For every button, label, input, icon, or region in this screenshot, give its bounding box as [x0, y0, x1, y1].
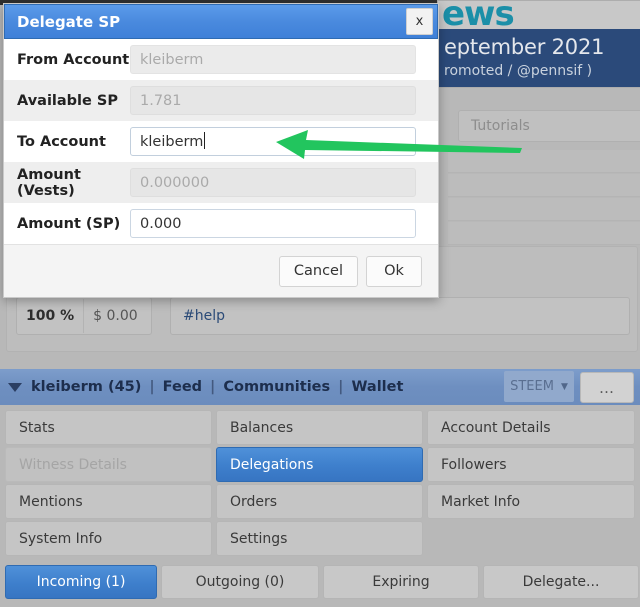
tab-incoming[interactable]: Incoming (1) — [5, 565, 157, 599]
dialog-titlebar: Delegate SP x — [4, 4, 438, 39]
token-selector-dropdown[interactable]: STEEM ▼ — [504, 371, 574, 402]
menu-item-followers[interactable]: Followers — [427, 447, 635, 482]
input-to-account-value: kleiberm — [140, 134, 204, 150]
navbar-link-feed[interactable]: Feed — [163, 379, 202, 395]
news-banner-title: eptember 2021 — [444, 35, 605, 59]
menu-item-empty — [427, 521, 635, 556]
form-row-to-account: To Account kleiberm — [4, 121, 438, 162]
label-available-sp: Available SP — [17, 92, 118, 109]
menu-item-market-info[interactable]: Market Info — [427, 484, 635, 519]
form-row-amount-sp: Amount (SP) 0.000 — [4, 203, 438, 244]
delegate-sp-dialog: Delegate SP x From Account kleiberm Avai… — [3, 3, 439, 298]
dialog-body: From Account kleiberm Available SP 1.781… — [4, 39, 438, 244]
background-ghost-row — [448, 150, 640, 173]
chevron-down-icon[interactable] — [8, 382, 22, 392]
menu-item-balances[interactable]: Balances — [216, 410, 423, 445]
menu-item-settings[interactable]: Settings — [216, 521, 423, 556]
input-to-account[interactable]: kleiberm — [130, 127, 416, 156]
menu-item-delegations[interactable]: Delegations — [216, 447, 423, 482]
navbar-separator: | — [338, 379, 344, 395]
dialog-title: Delegate SP — [17, 12, 121, 31]
news-banner-subtitle: romoted / @pennsif ) — [444, 63, 593, 79]
menu-item-orders[interactable]: Orders — [216, 484, 423, 519]
close-icon[interactable]: x — [406, 8, 433, 35]
form-row-available-sp: Available SP 1.781 — [4, 80, 438, 121]
form-row-amount-vests: Amount (Vests) 0.000000 — [4, 162, 438, 203]
more-options-button[interactable]: … — [580, 372, 634, 403]
ok-button[interactable]: Ok — [366, 255, 422, 287]
vote-percent-label: 100 % — [26, 308, 75, 324]
vote-amount-label: $ 0.00 — [93, 308, 138, 324]
news-banner-card: ews eptember 2021 romoted / @pennsif ) — [437, 0, 640, 88]
menu-item-system-info[interactable]: System Info — [5, 521, 212, 556]
navbar-link-communities[interactable]: Communities — [223, 379, 330, 395]
input-from-account: kleiberm — [130, 45, 416, 74]
label-to-account: To Account — [17, 133, 106, 150]
input-amount-vests: 0.000000 — [130, 168, 416, 197]
label-amount-vests: Amount (Vests) — [17, 166, 81, 199]
menu-item-mentions[interactable]: Mentions — [5, 484, 212, 519]
account-menu-grid: Stats Balances Account Details Witness D… — [5, 410, 635, 556]
label-amount-sp: Amount (SP) — [17, 215, 121, 232]
token-selector-label: STEEM — [510, 379, 554, 394]
navbar-separator: | — [210, 379, 216, 395]
tutorials-button[interactable]: Tutorials — [458, 110, 640, 142]
post-tag-label[interactable]: #help — [171, 308, 225, 324]
chevron-down-icon: ▼ — [560, 381, 568, 392]
background-ghost-row — [448, 198, 640, 221]
background-ghost-row — [448, 174, 640, 197]
tab-delegate[interactable]: Delegate... — [483, 565, 639, 599]
menu-item-stats[interactable]: Stats — [5, 410, 212, 445]
tab-outgoing[interactable]: Outgoing (0) — [161, 565, 319, 599]
background-ghost-row — [448, 222, 640, 245]
dialog-footer: Cancel Ok — [4, 244, 438, 297]
input-amount-sp[interactable]: 0.000 — [130, 209, 416, 238]
text-cursor — [204, 132, 206, 149]
label-from-account: From Account — [17, 51, 130, 68]
menu-item-witness-details: Witness Details — [5, 447, 212, 482]
delegation-tabbar: Incoming (1) Outgoing (0) Expiring Deleg… — [5, 565, 639, 599]
post-tag-box[interactable]: #help — [170, 297, 630, 335]
input-available-sp: 1.781 — [130, 86, 416, 115]
menu-item-account-details[interactable]: Account Details — [427, 410, 635, 445]
cancel-button[interactable]: Cancel — [278, 255, 358, 287]
vote-summary-box[interactable]: 100 % $ 0.00 — [16, 297, 152, 335]
news-logo-text: ews — [438, 1, 640, 29]
navbar-link-wallet[interactable]: Wallet — [351, 379, 403, 395]
navbar-separator: | — [149, 379, 155, 395]
navbar-account-name[interactable]: kleiberm (45) — [31, 379, 141, 395]
tab-expiring[interactable]: Expiring — [323, 565, 479, 599]
news-banner-band: eptember 2021 romoted / @pennsif ) — [438, 29, 640, 87]
form-row-from-account: From Account kleiberm — [4, 39, 438, 80]
